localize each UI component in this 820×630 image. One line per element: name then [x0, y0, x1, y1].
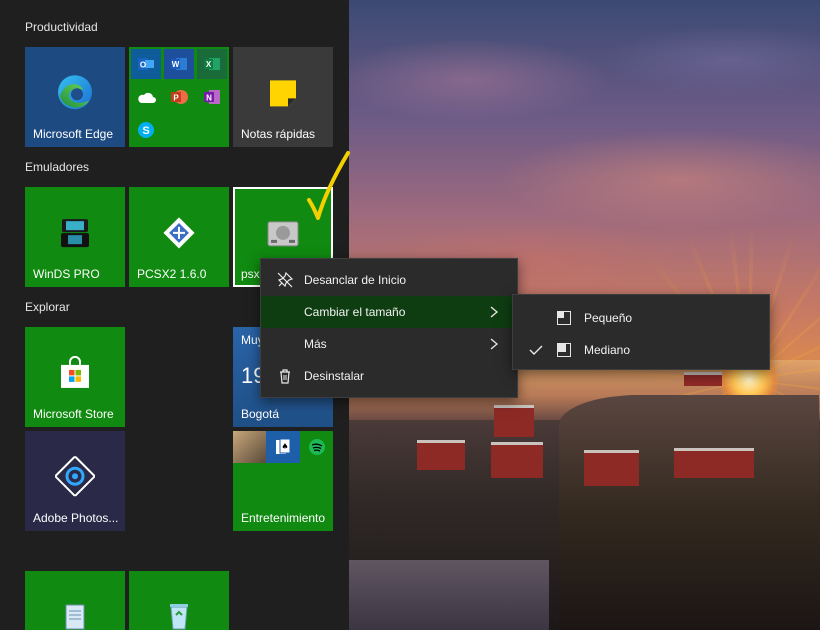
- outlook-icon[interactable]: O: [131, 49, 161, 79]
- svg-text:N: N: [206, 94, 212, 103]
- playstation-console-icon: [267, 221, 299, 247]
- word-icon[interactable]: W: [164, 49, 194, 79]
- menu-item-desinstalar[interactable]: Desinstalar: [261, 360, 517, 392]
- medium-size-icon: [557, 343, 571, 357]
- tile-adobe-photoshop[interactable]: Adobe Photos...: [25, 431, 125, 531]
- wallpaper-house: [494, 405, 534, 437]
- annotation-checkmark-icon: [307, 151, 350, 220]
- small-size-icon: [557, 311, 571, 325]
- trash-icon: [280, 369, 290, 384]
- svg-text:S: S: [142, 125, 149, 137]
- photoshop-express-icon: [55, 456, 95, 497]
- onenote-icon[interactable]: N: [197, 82, 227, 112]
- tile-label: Adobe Photos...: [33, 511, 119, 525]
- menu-item-label: Más: [304, 337, 327, 351]
- wallpaper-house: [674, 448, 754, 478]
- tile-label: WinDS PRO: [33, 267, 100, 281]
- tile-microsoft-store[interactable]: Microsoft Store: [25, 327, 125, 427]
- tile-entretenimiento[interactable]: ♠ Entretenimiento: [233, 431, 333, 531]
- svg-text:O: O: [140, 61, 146, 70]
- chevron-right-icon: [490, 306, 499, 318]
- wallpaper-house: [684, 372, 722, 386]
- powerpoint-icon[interactable]: P: [164, 82, 194, 112]
- checkmark-icon: [529, 345, 543, 355]
- menu-item-label: Cambiar el tamaño: [304, 305, 406, 319]
- wallpaper-water: [349, 560, 549, 630]
- wallpaper-house: [417, 440, 465, 470]
- edge-icon: [58, 75, 92, 110]
- onedrive-icon[interactable]: [131, 82, 161, 112]
- notepad-icon: [65, 604, 85, 630]
- tile-label: Microsoft Edge: [33, 127, 114, 141]
- submenu-item-label: Pequeño: [584, 311, 633, 325]
- menu-item-label: Desanclar de Inicio: [304, 273, 407, 287]
- recycle-bin-icon: [170, 604, 188, 630]
- menu-item-desanclar[interactable]: Desanclar de Inicio: [261, 264, 517, 296]
- menu-item-mas[interactable]: Más: [261, 328, 517, 360]
- excel-icon[interactable]: X: [197, 49, 227, 79]
- svg-text:X: X: [206, 60, 212, 69]
- tile-context-menu: Desanclar de Inicio Cambiar el tamaño Má…: [260, 258, 518, 398]
- resize-submenu: Pequeño Mediano: [512, 294, 770, 370]
- skype-icon[interactable]: S: [131, 115, 161, 145]
- tile-label: Bogotá: [241, 407, 280, 421]
- tile-pcsx2[interactable]: PCSX2 1.6.0: [129, 187, 229, 287]
- wallpaper-cliff: [559, 395, 819, 630]
- tile-notepad[interactable]: [25, 571, 125, 630]
- tile-label: PCSX2 1.6.0: [137, 267, 207, 281]
- svg-text:♠: ♠: [281, 442, 288, 451]
- group-label-emuladores[interactable]: Emuladores: [25, 160, 89, 174]
- spotify-icon: [300, 431, 333, 463]
- solitaire-icon: ♠: [266, 431, 300, 463]
- submenu-item-label: Mediano: [584, 343, 631, 357]
- tile-notas-rapidas[interactable]: Notas rápidas: [233, 47, 333, 147]
- sticky-note-icon: [270, 80, 296, 107]
- entertainment-thumb-photo: [233, 431, 266, 463]
- unpin-icon: [277, 272, 293, 288]
- wallpaper-house: [584, 450, 639, 486]
- tile-label: Notas rápidas: [241, 127, 316, 141]
- submenu-item-mediano[interactable]: Mediano: [513, 334, 769, 366]
- tile-label: psx: [241, 267, 260, 281]
- menu-item-cambiar-tamano[interactable]: Cambiar el tamaño: [261, 296, 517, 328]
- store-bag-icon: [61, 355, 89, 388]
- tile-label: Microsoft Store: [33, 407, 114, 421]
- tile-office-group[interactable]: O W X P N S: [129, 47, 229, 147]
- chevron-right-icon: [490, 338, 499, 350]
- svg-text:P: P: [173, 94, 179, 103]
- tile-label: Entretenimiento: [241, 511, 326, 525]
- menu-item-label: Desinstalar: [304, 369, 365, 383]
- group-label-explorar[interactable]: Explorar: [25, 300, 70, 314]
- nintendo-3ds-icon: [61, 219, 89, 248]
- tile-microsoft-edge[interactable]: Microsoft Edge: [25, 47, 125, 147]
- pcsx2-icon: [163, 217, 195, 249]
- svg-text:W: W: [172, 60, 180, 69]
- submenu-item-pequeno[interactable]: Pequeño: [513, 302, 769, 334]
- tile-winds-pro[interactable]: WinDS PRO: [25, 187, 125, 287]
- wallpaper-house: [491, 442, 543, 478]
- tile-recycle-bin[interactable]: [129, 571, 229, 630]
- group-label-productividad[interactable]: Productividad: [25, 20, 98, 34]
